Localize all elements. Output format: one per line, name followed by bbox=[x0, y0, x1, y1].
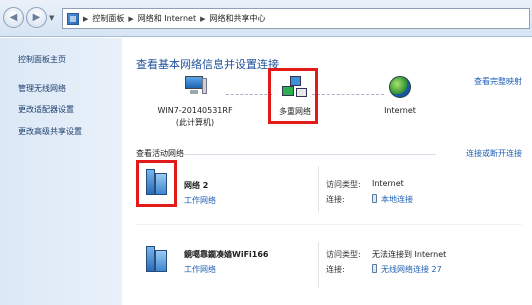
sidebar: 控制面板主页 管理无线网络 更改适配器设置 更改高级共享设置 bbox=[0, 38, 122, 305]
access-type-label: 访问类型: bbox=[326, 180, 361, 189]
control-panel-icon bbox=[67, 12, 79, 25]
sidebar-item-control-panel-home[interactable]: 控制面板主页 bbox=[18, 54, 66, 65]
address-bar: ◀ ▶ ▼ ▶ 控制面板 ▶ 网络和 Internet ▶ 网络和共享中心 bbox=[0, 0, 532, 37]
breadcrumb-sharing-center[interactable]: 网络和共享中心 bbox=[209, 13, 265, 24]
connection-label: 连接: bbox=[326, 265, 345, 274]
access-type-label: 访问类型: bbox=[326, 250, 361, 259]
breadcrumb-network-internet[interactable]: 网络和 Internet bbox=[138, 13, 196, 24]
breadcrumb-control-panel[interactable]: 控制面板 bbox=[92, 13, 124, 24]
network-icon[interactable] bbox=[146, 246, 168, 274]
breadcrumb-separator-icon[interactable]: ▶ bbox=[128, 15, 133, 23]
globe-icon bbox=[389, 76, 411, 98]
view-full-map-link[interactable]: 查看完整映射 bbox=[474, 76, 522, 87]
connection-link[interactable]: 本地连接 bbox=[372, 194, 413, 205]
connection-link-text[interactable]: 无线网络连接 27 bbox=[381, 265, 442, 274]
map-connector-line bbox=[312, 94, 384, 95]
map-node-this-computer: WIN7-20140531RF (此计算机) bbox=[155, 76, 235, 128]
map-node-internet[interactable]: Internet bbox=[375, 76, 425, 115]
main-panel: 查看基本网络信息并设置连接 查看完整映射 WIN7-20140531RF (此计… bbox=[122, 38, 532, 305]
chevron-down-icon: ▼ bbox=[49, 14, 55, 22]
divider bbox=[318, 242, 319, 288]
connection-link-text[interactable]: 本地连接 bbox=[381, 195, 413, 204]
connection-link[interactable]: 无线网络连接 27 bbox=[372, 264, 442, 275]
active-networks-heading: 查看活动网络 bbox=[136, 149, 184, 158]
sidebar-item-adapter-settings[interactable]: 更改适配器设置 bbox=[18, 104, 74, 115]
access-type-value: 无法连接到 Internet bbox=[372, 250, 447, 259]
sidebar-item-advanced-sharing[interactable]: 更改高级共享设置 bbox=[18, 126, 82, 137]
recent-pages-dropdown[interactable]: ▼ bbox=[49, 14, 54, 22]
wireless-connection-icon bbox=[372, 264, 377, 273]
connection-label: 连接: bbox=[326, 195, 345, 204]
forward-arrow-icon: ▶ bbox=[32, 12, 41, 23]
internet-label: Internet bbox=[384, 106, 416, 115]
divider bbox=[136, 224, 522, 225]
network-name: 网络 2 bbox=[184, 181, 209, 190]
breadcrumb-separator-icon[interactable]: ▶ bbox=[200, 15, 205, 23]
network-type-link[interactable]: 工作网络 bbox=[184, 264, 216, 275]
forward-button[interactable]: ▶ bbox=[26, 7, 47, 28]
breadcrumb[interactable]: ▶ 控制面板 ▶ 网络和 Internet ▶ 网络和共享中心 bbox=[62, 8, 530, 29]
page-title: 查看基本网络信息并设置连接 bbox=[136, 58, 279, 71]
breadcrumb-separator-icon[interactable]: ▶ bbox=[83, 15, 88, 23]
computer-icon bbox=[183, 76, 207, 96]
network-type-link[interactable]: 工作网络 bbox=[184, 195, 216, 206]
back-arrow-icon: ◀ bbox=[9, 12, 18, 23]
highlight-box bbox=[136, 160, 177, 207]
computer-sublabel: (此计算机) bbox=[175, 118, 215, 127]
back-button[interactable]: ◀ bbox=[3, 7, 24, 28]
network-name: 鏡噶靠鐗凑嫱WiFi166 bbox=[184, 250, 269, 259]
highlight-box bbox=[268, 68, 318, 124]
connection-icon bbox=[372, 194, 377, 203]
computer-name: WIN7-20140531RF bbox=[157, 106, 233, 115]
divider bbox=[318, 166, 319, 212]
access-type-value: Internet bbox=[372, 179, 404, 188]
sidebar-item-manage-wireless[interactable]: 管理无线网络 bbox=[18, 83, 66, 94]
connect-disconnect-link[interactable]: 连接或断开连接 bbox=[466, 148, 522, 159]
divider bbox=[184, 154, 436, 155]
